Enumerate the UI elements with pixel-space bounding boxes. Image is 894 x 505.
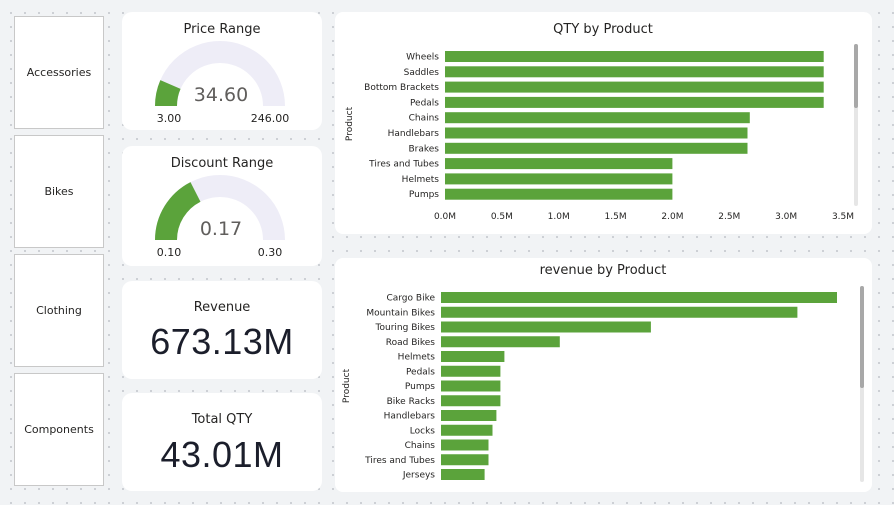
category-label: Cargo Bike (386, 294, 435, 304)
category-label: Pedals (406, 367, 435, 377)
category-label: Wheels (406, 53, 439, 63)
bar[interactable] (445, 173, 673, 185)
price-range-gauge: 34.60 3.00 246.00 (155, 41, 290, 125)
category-label: Saddles (404, 68, 440, 78)
category-label: Jerseys (402, 471, 435, 481)
slicer-label: Components (24, 423, 94, 436)
category-label: Mountain Bikes (366, 308, 435, 318)
bar[interactable] (441, 424, 493, 436)
price-range-card: Price Range 34.60 3.00 246.00 (122, 12, 322, 130)
category-label: Bottom Brackets (364, 83, 439, 93)
slicer-bikes[interactable]: Bikes (14, 135, 104, 248)
slicer-accessories[interactable]: Accessories (14, 16, 104, 129)
x-tick-label: 0.0M (434, 212, 456, 222)
gauge-fill (155, 182, 201, 241)
x-tick-label: 2.5M (718, 212, 740, 222)
category-label: Helmets (402, 175, 440, 185)
discount-range-gauge: 0.17 0.10 0.30 (155, 175, 285, 259)
slicer-clothing[interactable]: Clothing (14, 254, 104, 367)
category-label: Touring Bikes (375, 323, 436, 333)
category-label: Handlebars (388, 129, 440, 139)
category-label: Brakes (408, 144, 439, 154)
x-tick-label: 1.5M (605, 212, 627, 222)
category-label: Chains (409, 114, 440, 124)
y-axis-title: Product (345, 106, 355, 141)
bar[interactable] (441, 336, 560, 348)
bar[interactable] (445, 96, 824, 108)
category-label: Chains (405, 441, 436, 451)
x-tick-label: 0.5M (491, 212, 513, 222)
gauge-min: 3.00 (157, 112, 182, 125)
category-label: Bike Racks (387, 397, 436, 407)
revenue-value: 673.13M (150, 321, 294, 362)
x-tick-label: 1.0M (548, 212, 570, 222)
discount-range-card: Discount Range 0.17 0.10 0.30 (122, 146, 322, 266)
bar[interactable] (441, 306, 798, 318)
bar[interactable] (445, 158, 673, 170)
gauge-value: 0.17 (200, 218, 242, 240)
chart-title: revenue by Product (540, 263, 667, 278)
category-label: Pumps (409, 190, 439, 200)
gauge-max: 0.30 (258, 246, 283, 259)
chart-title: QTY by Product (553, 22, 653, 37)
x-tick-label: 3.5M (832, 212, 854, 222)
x-tick-label: 3.0M (775, 212, 797, 222)
revenue-by-product-chart: revenue by Product Product Cargo Bike Mou… (342, 263, 837, 481)
slicer-label: Bikes (44, 185, 74, 198)
slicer-label: Clothing (36, 304, 82, 317)
category-label: Handlebars (384, 412, 436, 422)
bar[interactable] (445, 112, 750, 124)
bar[interactable] (441, 469, 485, 480)
x-tick-label: 2.0M (661, 212, 683, 222)
bar[interactable] (445, 127, 748, 139)
bar[interactable] (445, 188, 673, 200)
bar[interactable] (441, 454, 489, 466)
revenue-by-product-card: revenue by Product Product Cargo Bike Mou… (335, 258, 872, 492)
category-label: Pedals (410, 98, 439, 108)
bar[interactable] (441, 410, 497, 421)
total-qty-card: Total QTY 43.01M (122, 393, 322, 491)
slicer-label: Accessories (26, 66, 92, 79)
scrollbar-thumb[interactable] (854, 44, 858, 108)
bar[interactable] (441, 439, 489, 451)
gauge-fill (155, 80, 181, 107)
total-qty-title: Total QTY (191, 412, 253, 427)
qty-by-product-chart: QTY by Product Product Wheels Saddles Bott… (345, 22, 854, 222)
gauge-min: 0.10 (157, 246, 182, 259)
revenue-title: Revenue (193, 300, 251, 315)
gauge-value: 34.60 (194, 84, 248, 106)
bar[interactable] (441, 395, 501, 407)
category-label: Helmets (398, 353, 436, 363)
qty-by-product-card: QTY by Product Product Wheels Saddles Bott… (335, 12, 872, 234)
slicer-components[interactable]: Components (14, 373, 104, 486)
category-label: Tires and Tubes (364, 456, 435, 466)
bar[interactable] (441, 380, 501, 392)
bar[interactable] (441, 365, 501, 377)
bar[interactable] (441, 321, 651, 333)
bar[interactable] (441, 292, 837, 303)
bar[interactable] (445, 142, 748, 154)
y-axis-title: Product (342, 368, 352, 403)
revenue-card: Revenue 673.13M (122, 281, 322, 379)
bar[interactable] (445, 81, 824, 93)
bar[interactable] (445, 66, 824, 78)
category-label: Road Bikes (386, 338, 436, 348)
category-label: Tires and Tubes (368, 160, 439, 170)
gauge-max: 246.00 (251, 112, 290, 125)
bar[interactable] (445, 51, 824, 62)
category-label: Locks (410, 426, 436, 436)
total-qty-value: 43.01M (160, 434, 284, 475)
bar[interactable] (441, 351, 505, 362)
scrollbar-thumb[interactable] (860, 286, 864, 388)
category-label: Pumps (405, 382, 435, 392)
